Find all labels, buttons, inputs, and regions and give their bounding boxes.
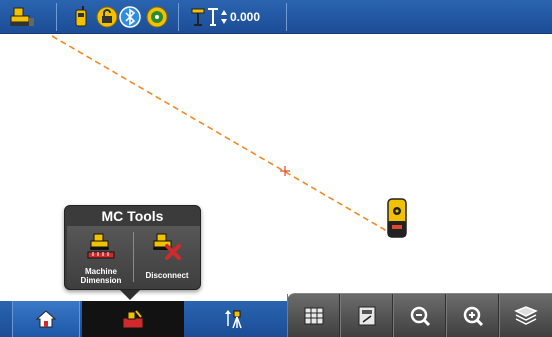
machine-dimension-icon [87,233,115,259]
up-down-arrow-icon [221,10,227,24]
status-bar: 0.000 [0,0,552,34]
calculator-icon [358,306,375,326]
home-icon [35,310,57,328]
mc-tools-tab[interactable] [82,301,184,337]
zoom-out-icon [410,306,430,327]
bluetooth-icon [119,6,141,28]
benchmark-icon [191,8,205,26]
popup-title: MC Tools [101,208,164,224]
elevation-status-button[interactable]: 0.000 [190,0,260,34]
survey-icon [224,310,242,329]
lock-status-button[interactable] [96,0,118,34]
elevation-icon [208,8,218,26]
grid-view-icon [304,307,323,325]
bottom-tabs [0,301,287,337]
machine-dimension-label-2: Dimension [80,276,122,285]
mc-tools-icon [122,310,144,329]
status-divider [286,3,287,31]
layers-icon [514,306,538,325]
popup-separator [133,232,134,282]
machine-status-button[interactable] [8,0,36,34]
lock-icon [96,6,118,28]
mc-tools-popup: MC Tools Machine Dimension Disconnect [64,205,201,290]
zoom-in-button[interactable] [446,294,499,337]
layers-button[interactable] [499,294,552,337]
machine-dimension-button[interactable]: Machine Dimension [69,230,133,288]
home-tab[interactable] [12,301,80,337]
gps-status-icon [146,6,168,28]
radio-icon [75,6,87,27]
machine-icon [10,7,34,26]
bluetooth-status-button[interactable] [119,0,141,34]
radio-status-button[interactable] [74,0,88,34]
disconnect-button[interactable]: Disconnect [135,230,199,288]
map-tools [287,293,552,337]
popup-body: Machine Dimension Disconnect [67,226,200,289]
calculator-button[interactable] [340,294,393,337]
screen: 0.000 MC Tools Machine Dimension Disconn… [0,0,552,337]
status-divider [56,3,57,31]
popup-pointer [120,290,140,300]
machine-dimension-label-1: Machine [84,267,117,276]
survey-tab[interactable] [184,301,287,337]
zoom-in-icon [463,306,483,327]
grid-view-button[interactable] [287,294,340,337]
gps-receiver-icon [387,198,407,238]
bottom-toolbar [0,293,552,337]
gps-status-button[interactable] [146,0,168,34]
disconnect-icon [153,233,181,260]
status-divider [178,3,179,31]
zoom-out-button[interactable] [393,294,446,337]
disconnect-label: Disconnect [145,271,189,280]
elevation-readout: 0.000 [230,10,261,24]
